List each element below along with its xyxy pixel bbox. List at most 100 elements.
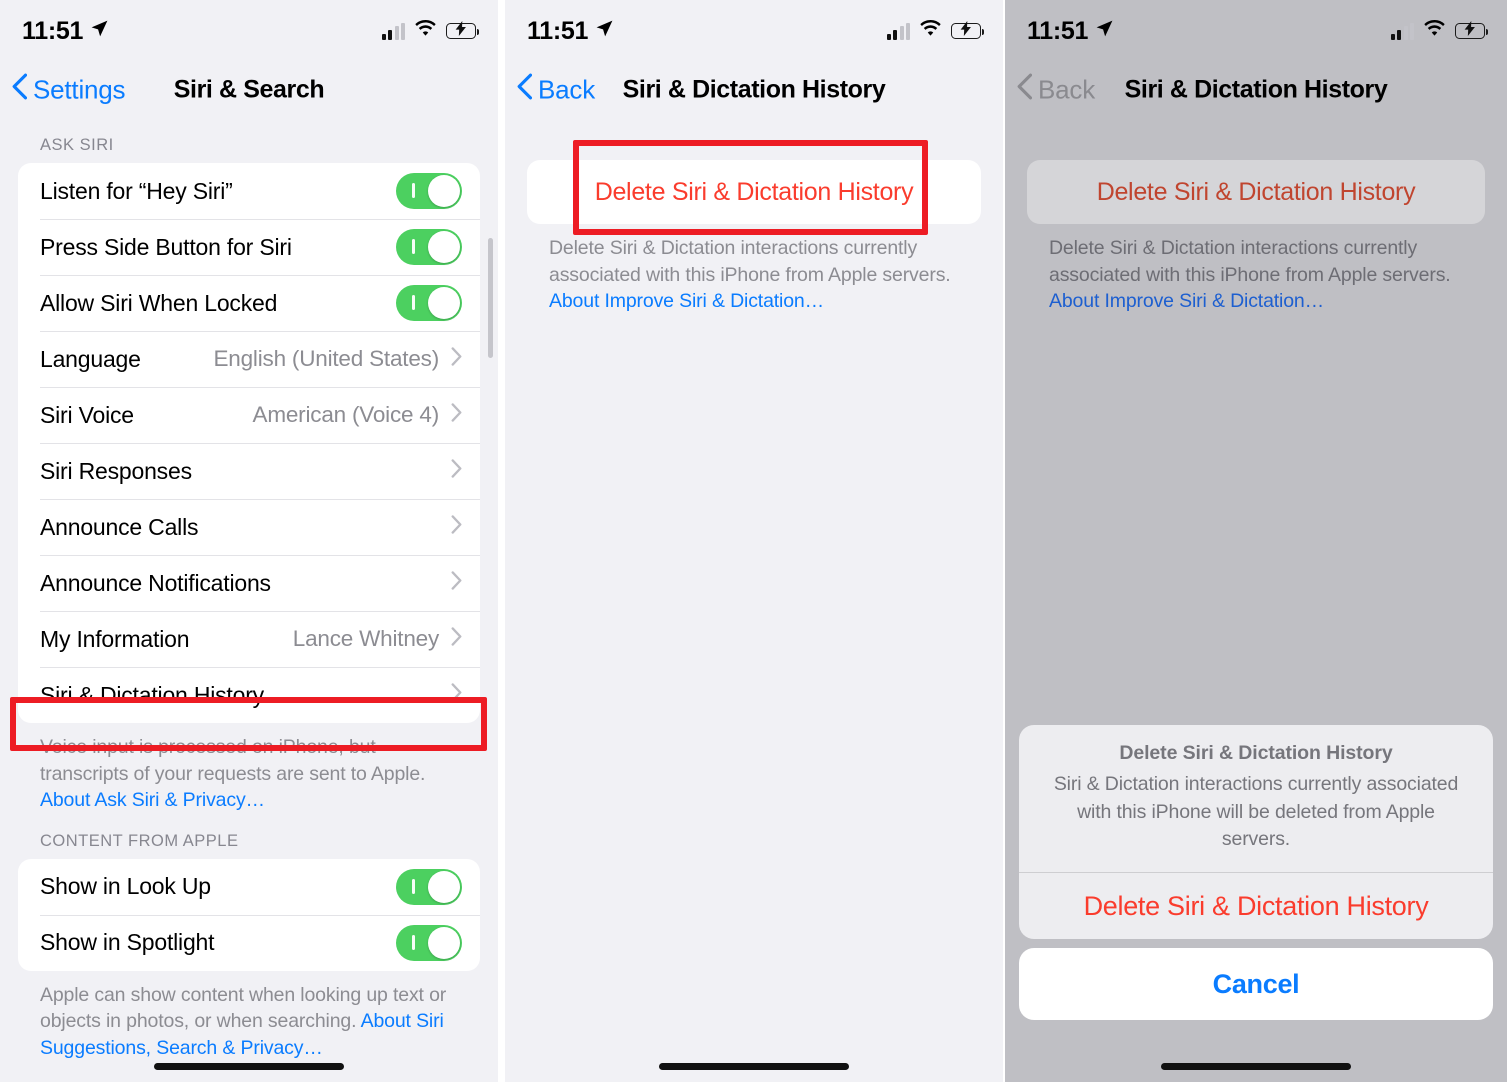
location-arrow-icon: [595, 19, 614, 43]
settings-scroll-area[interactable]: ASK SIRI Listen for “Hey Siri” Press Sid…: [0, 118, 498, 1061]
link-about-improve-siri-dictation[interactable]: About Improve Siri & Dictation…: [1049, 290, 1324, 312]
nav-bar-panel3: Back Siri & Dictation History: [1005, 62, 1507, 118]
row-label: Show in Look Up: [40, 873, 211, 900]
location-arrow-icon: [1095, 19, 1114, 43]
wifi-icon: [414, 19, 437, 42]
chevron-right-icon: [451, 627, 462, 651]
row-value: Lance Whitney: [292, 626, 439, 651]
chevron-right-icon: [451, 683, 462, 707]
delete-history-button-panel3[interactable]: Delete Siri & Dictation History: [1027, 160, 1485, 224]
footnote-delete-history-panel3: Delete Siri & Dictation interactions cur…: [1005, 224, 1507, 315]
footnote-delete-history-panel2: Delete Siri & Dictation interactions cur…: [505, 224, 1003, 315]
status-bar-left: 11:51: [22, 17, 109, 46]
battery-charging-icon: [951, 21, 985, 39]
settings-group-content-from-apple: Show in Look Up Show in Spotlight: [18, 858, 480, 971]
nav-bar-panel1: Settings Siri & Search: [0, 62, 498, 118]
link-about-improve-siri-dictation[interactable]: About Improve Siri & Dictation…: [549, 290, 824, 312]
row-show-in-look-up[interactable]: Show in Look Up: [18, 859, 480, 915]
link-about-ask-siri-privacy[interactable]: About Ask Siri & Privacy…: [40, 789, 265, 811]
row-show-in-spotlight[interactable]: Show in Spotlight: [18, 914, 480, 971]
battery-charging-icon: [1455, 21, 1489, 39]
row-announce-calls[interactable]: Announce Calls: [18, 499, 480, 555]
settings-group-ask-siri: Listen for “Hey Siri” Press Side Button …: [18, 163, 480, 723]
chevron-right-icon: [451, 515, 462, 539]
home-indicator[interactable]: [1161, 1063, 1351, 1070]
status-bar-left: 11:51: [527, 17, 614, 46]
toggle-show-in-look-up[interactable]: [396, 868, 462, 905]
status-time: 11:51: [22, 16, 84, 45]
panel-siri-and-search: 11:51 Settings Siri & Search ASK SIRI Li…: [0, 0, 498, 1082]
section-header-content-from-apple: CONTENT FROM APPLE: [40, 831, 239, 850]
home-indicator[interactable]: [154, 1063, 344, 1070]
chevron-right-icon: [451, 459, 462, 483]
row-label: Siri Responses: [40, 457, 192, 484]
status-bar-right: [886, 19, 985, 42]
row-label: Language: [40, 345, 141, 372]
status-bar: 11:51: [0, 0, 498, 62]
row-allow-siri-when-locked[interactable]: Allow Siri When Locked: [18, 275, 480, 331]
row-value: English (United States): [213, 346, 439, 371]
action-sheet-cancel-button[interactable]: Cancel: [1019, 948, 1493, 1020]
footnote-ask-siri: Voice input is processed on iPhone, but …: [0, 723, 498, 814]
status-bar-right: [381, 19, 480, 42]
status-bar-right: [1390, 19, 1489, 42]
status-time: 11:51: [1027, 16, 1089, 45]
cellular-bars-icon: [1390, 22, 1414, 40]
row-label: Announce Notifications: [40, 569, 271, 596]
page-title-panel2: Siri & Dictation History: [622, 75, 886, 104]
scrollbar-indicator[interactable]: [488, 238, 493, 358]
wifi-icon: [1423, 19, 1446, 42]
row-label: Siri & Dictation History: [40, 681, 264, 708]
row-label: Listen for “Hey Siri”: [40, 177, 233, 204]
page-title-panel1: Siri & Search: [173, 75, 325, 104]
row-value: American (Voice 4): [252, 402, 440, 427]
nav-bar-panel2: Back Siri & Dictation History: [505, 62, 1003, 118]
row-label: Press Side Button for Siri: [40, 233, 292, 260]
wifi-icon: [919, 19, 942, 42]
action-sheet-destructive-button[interactable]: Delete Siri & Dictation History: [1019, 873, 1493, 939]
action-sheet-message: Siri & Dictation interactions currently …: [1053, 772, 1459, 851]
page-title-panel3: Siri & Dictation History: [1124, 75, 1388, 104]
status-bar: 11:51: [505, 0, 1003, 62]
battery-charging-icon: [446, 21, 480, 39]
row-listen-for-hey-siri[interactable]: Listen for “Hey Siri”: [18, 163, 480, 219]
three-panel-screenshot: 11:51 Settings Siri & Search ASK SIRI Li…: [0, 0, 1507, 1082]
home-indicator[interactable]: [659, 1063, 849, 1070]
status-time: 11:51: [527, 16, 589, 45]
status-bar-left: 11:51: [1027, 17, 1114, 46]
action-sheet-block: Delete Siri & Dictation History Siri & D…: [1019, 724, 1493, 939]
chevron-right-icon: [451, 347, 462, 371]
chevron-right-icon: [451, 571, 462, 595]
toggle-allow-siri-when-locked[interactable]: [396, 285, 462, 321]
panel-dictation-history-action-sheet: 11:51 Back Siri & Dictation History Dele…: [1005, 0, 1507, 1082]
row-label: Show in Spotlight: [40, 929, 215, 956]
location-arrow-icon: [90, 19, 109, 43]
action-sheet-header: Delete Siri & Dictation History Siri & D…: [1019, 725, 1493, 872]
cellular-bars-icon: [381, 22, 405, 40]
action-sheet-title: Delete Siri & Dictation History: [1119, 741, 1393, 764]
action-sheet: Delete Siri & Dictation History Siri & D…: [1019, 724, 1493, 1020]
row-label: My Information: [40, 625, 190, 652]
status-bar: 11:51: [1005, 0, 1507, 62]
footnote-text: Voice input is processed on iPhone, but …: [40, 736, 426, 785]
delete-history-button-label: Delete Siri & Dictation History: [594, 177, 914, 206]
row-siri-voice[interactable]: Siri Voice American (Voice 4): [18, 387, 480, 443]
row-announce-notifications[interactable]: Announce Notifications: [18, 555, 480, 611]
footnote-text: Delete Siri & Dictation interactions cur…: [549, 237, 951, 286]
toggle-show-in-spotlight[interactable]: [396, 924, 462, 961]
row-press-side-button-for-siri[interactable]: Press Side Button for Siri: [18, 219, 480, 275]
footnote-text: Delete Siri & Dictation interactions cur…: [1049, 237, 1451, 286]
footnote-content-from-apple: Apple can show content when looking up t…: [0, 971, 498, 1062]
row-label: Announce Calls: [40, 513, 199, 540]
toggle-listen-for-hey-siri[interactable]: [396, 173, 462, 209]
delete-history-button-label: Delete Siri & Dictation History: [1096, 177, 1416, 206]
delete-history-button-panel2[interactable]: Delete Siri & Dictation History: [527, 160, 981, 224]
row-siri-and-dictation-history[interactable]: Siri & Dictation History: [18, 667, 480, 723]
toggle-press-side-button-for-siri[interactable]: [396, 229, 462, 265]
row-label: Siri Voice: [40, 401, 134, 428]
row-language[interactable]: Language English (United States): [18, 331, 480, 387]
row-label: Allow Siri When Locked: [40, 289, 278, 316]
row-siri-responses[interactable]: Siri Responses: [18, 443, 480, 499]
row-my-information[interactable]: My Information Lance Whitney: [18, 611, 480, 667]
chevron-right-icon: [451, 403, 462, 427]
